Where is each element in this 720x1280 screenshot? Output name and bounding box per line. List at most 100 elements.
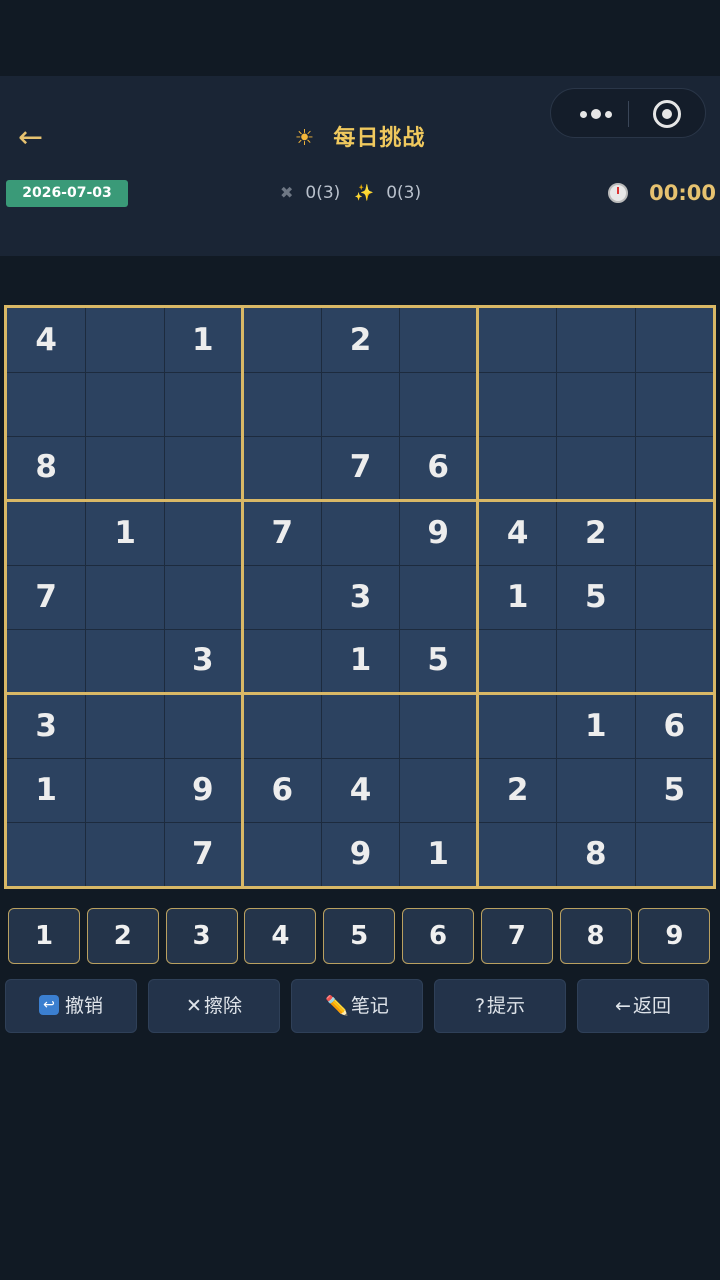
sudoku-cell[interactable] [321, 373, 400, 437]
sudoku-cell[interactable] [400, 758, 477, 822]
sudoku-cell[interactable] [86, 565, 164, 630]
sudoku-cell[interactable] [479, 822, 557, 886]
sudoku-cell[interactable]: 4 [7, 308, 86, 373]
hint-button[interactable]: ? 提示 [434, 979, 566, 1033]
return-button[interactable]: ← 返回 [577, 979, 709, 1033]
sudoku-cell[interactable] [400, 694, 477, 758]
sudoku-cell[interactable]: 1 [7, 758, 86, 822]
sudoku-cell[interactable] [243, 822, 321, 886]
sudoku-cell[interactable]: 7 [321, 437, 400, 500]
sudoku-cell[interactable] [557, 308, 635, 373]
sudoku-cell[interactable]: 4 [321, 758, 400, 822]
sudoku-cell[interactable]: 3 [321, 565, 400, 630]
sudoku-cell[interactable] [635, 502, 713, 565]
sudoku-cell[interactable]: 5 [635, 758, 713, 822]
sudoku-cell[interactable] [557, 437, 635, 500]
sudoku-cell[interactable] [400, 565, 477, 630]
sudoku-cell[interactable] [243, 308, 321, 373]
number-button-2[interactable]: 2 [86, 908, 159, 964]
sudoku-cell[interactable]: 7 [7, 565, 86, 630]
status-bar [0, 0, 720, 76]
sudoku-cell[interactable]: 6 [400, 437, 477, 500]
sudoku-cell[interactable] [243, 630, 321, 692]
erase-button[interactable]: ✕ 擦除 [148, 979, 280, 1033]
sudoku-cell[interactable]: 3 [164, 630, 241, 692]
sudoku-cell[interactable]: 6 [243, 758, 321, 822]
sudoku-cell[interactable] [400, 308, 477, 373]
sudoku-cell[interactable]: 2 [479, 758, 557, 822]
sudoku-cell[interactable] [635, 373, 713, 437]
sudoku-cell[interactable] [635, 308, 713, 373]
sudoku-cell[interactable] [86, 630, 164, 692]
timer-area: 00:00 [608, 176, 716, 208]
sudoku-cell[interactable] [86, 308, 164, 373]
number-button-7[interactable]: 7 [480, 908, 553, 964]
sudoku-cell[interactable] [479, 437, 557, 500]
sudoku-cell[interactable] [557, 373, 635, 437]
number-button-4[interactable]: 4 [244, 908, 317, 964]
stats-row: ✖ 0(3) ✨ 0(3) [280, 178, 421, 208]
sudoku-cell[interactable] [86, 437, 164, 500]
number-button-9[interactable]: 9 [638, 908, 711, 964]
sudoku-cell[interactable] [557, 630, 635, 692]
sudoku-cell[interactable] [7, 502, 86, 565]
sudoku-cell[interactable] [164, 502, 241, 565]
sudoku-cell[interactable] [86, 694, 164, 758]
sudoku-cell[interactable] [7, 822, 86, 886]
close-target-icon[interactable] [653, 100, 681, 128]
sudoku-cell[interactable] [86, 373, 164, 437]
sudoku-cell[interactable] [164, 373, 241, 437]
sudoku-cell[interactable] [164, 565, 241, 630]
sudoku-cell[interactable]: 9 [321, 822, 400, 886]
sudoku-cell[interactable]: 3 [7, 694, 86, 758]
number-button-6[interactable]: 6 [402, 908, 474, 964]
sudoku-cell[interactable] [243, 694, 321, 758]
sudoku-cell[interactable]: 1 [557, 694, 635, 758]
undo-button[interactable]: ↩ 撤销 [5, 979, 137, 1033]
sudoku-cell[interactable] [400, 373, 477, 437]
sudoku-cell[interactable]: 1 [479, 565, 557, 630]
sudoku-cell[interactable]: 4 [479, 502, 557, 565]
sudoku-cell[interactable] [321, 502, 400, 565]
number-button-3[interactable]: 3 [165, 908, 238, 964]
sudoku-cell[interactable]: 8 [7, 437, 86, 500]
sudoku-cell[interactable] [479, 308, 557, 373]
sudoku-cell[interactable] [557, 758, 635, 822]
sudoku-cell[interactable] [86, 822, 164, 886]
sudoku-cell[interactable] [86, 758, 164, 822]
sudoku-cell[interactable] [243, 565, 321, 630]
sudoku-cell[interactable] [7, 630, 86, 692]
sudoku-cell[interactable] [635, 565, 713, 630]
sudoku-cell[interactable] [635, 630, 713, 692]
sudoku-cell[interactable]: 9 [400, 502, 477, 565]
sudoku-cell[interactable] [635, 822, 713, 886]
sudoku-cell[interactable] [479, 373, 557, 437]
sudoku-cell[interactable]: 1 [86, 502, 164, 565]
sudoku-cell[interactable]: 1 [400, 822, 477, 886]
notes-button[interactable]: ✏️ 笔记 [291, 979, 423, 1033]
sudoku-cell[interactable] [635, 437, 713, 500]
sudoku-cell[interactable]: 2 [557, 502, 635, 565]
sudoku-cell[interactable] [479, 630, 557, 692]
sudoku-cell[interactable] [164, 437, 241, 500]
number-button-5[interactable]: 5 [323, 908, 396, 964]
more-options-icon[interactable] [565, 89, 627, 139]
sudoku-cell[interactable] [479, 694, 557, 758]
number-button-8[interactable]: 8 [559, 908, 632, 964]
sudoku-cell[interactable]: 7 [243, 502, 321, 565]
sudoku-cell[interactable] [164, 694, 241, 758]
sudoku-cell[interactable]: 9 [164, 758, 241, 822]
sudoku-cell[interactable]: 1 [321, 630, 400, 692]
sudoku-cell[interactable]: 8 [557, 822, 635, 886]
sudoku-cell[interactable]: 5 [557, 565, 635, 630]
sudoku-cell[interactable] [321, 694, 400, 758]
number-button-1[interactable]: 1 [8, 908, 80, 964]
sudoku-cell[interactable]: 6 [635, 694, 713, 758]
sudoku-cell[interactable]: 7 [164, 822, 241, 886]
sudoku-cell[interactable] [7, 373, 86, 437]
sudoku-cell[interactable]: 2 [321, 308, 400, 373]
sudoku-cell[interactable] [243, 373, 321, 437]
sudoku-cell[interactable]: 1 [164, 308, 241, 373]
sudoku-cell[interactable]: 5 [400, 630, 477, 692]
sudoku-cell[interactable] [243, 437, 321, 500]
